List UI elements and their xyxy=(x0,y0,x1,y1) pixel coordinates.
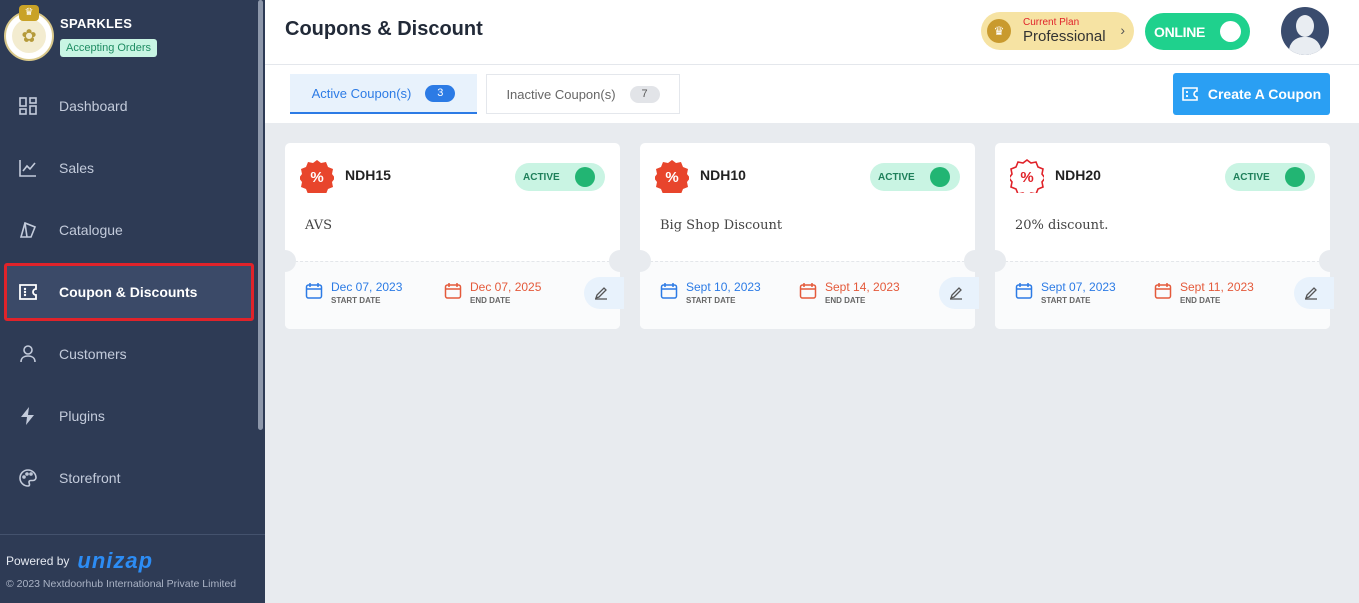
tab-count-badge: 7 xyxy=(629,85,660,103)
coupon-description: AVS xyxy=(305,218,333,233)
tab-label: Inactive Coupon(s) xyxy=(506,86,616,102)
sidebar: ✿ ♛ SPARKLES Accepting Orders Dashboard … xyxy=(0,0,265,603)
sidebar-item-label: Storefront xyxy=(59,470,121,486)
discount-badge-icon: % xyxy=(300,160,334,193)
start-date: Dec 07, 2023 START DATE xyxy=(305,280,402,305)
sidebar-item-label: Catalogue xyxy=(59,222,123,238)
discount-badge-icon: % xyxy=(1010,159,1044,193)
coupon-icon xyxy=(1182,87,1198,101)
plan-label: Current Plan xyxy=(1023,17,1080,28)
sidebar-item-label: Customers xyxy=(59,346,127,362)
coupon-code: NDH10 xyxy=(700,167,746,183)
svg-text:%: % xyxy=(665,169,678,186)
calendar-icon xyxy=(305,283,323,299)
status-label: ACTIVE xyxy=(878,172,915,183)
sidebar-item-sales[interactable]: Sales xyxy=(4,139,254,197)
coupon-description: Big Shop Discount xyxy=(660,218,783,233)
status-label: ACTIVE xyxy=(523,172,560,183)
status-label: ACTIVE xyxy=(1233,172,1270,183)
palette-icon xyxy=(17,467,39,489)
powered-by: Powered by unizap xyxy=(6,548,153,574)
edit-coupon-button[interactable] xyxy=(939,277,979,309)
online-label: ONLINE xyxy=(1154,24,1206,40)
start-date: Sept 10, 2023 START DATE xyxy=(660,280,761,305)
sidebar-divider xyxy=(0,534,265,535)
pencil-icon xyxy=(949,287,962,300)
toggle-knob xyxy=(575,167,595,187)
store-name: SPARKLES xyxy=(60,16,133,31)
end-date: Sept 11, 2023 END DATE xyxy=(1154,280,1254,305)
svg-text:%: % xyxy=(1020,169,1033,186)
sidebar-scrollbar[interactable] xyxy=(258,0,263,430)
coupon-card: % NDH10 ACTIVE Big Shop Discount Sept 10… xyxy=(629,143,986,329)
crown-icon: ♛ xyxy=(987,19,1011,43)
sidebar-item-dashboard[interactable]: Dashboard xyxy=(4,77,254,135)
user-avatar[interactable] xyxy=(1281,7,1329,55)
edit-coupon-button[interactable] xyxy=(1294,277,1334,309)
sidebar-item-label: Sales xyxy=(59,160,95,176)
end-date: Sept 14, 2023 END DATE xyxy=(799,280,900,305)
pencil-icon xyxy=(1304,287,1317,300)
coupon-icon xyxy=(17,281,39,303)
top-header: Coupons & Discount ♛ Current Plan Profes… xyxy=(265,0,1359,65)
toggle-knob xyxy=(930,167,950,187)
end-date: Dec 07, 2025 END DATE xyxy=(444,280,541,305)
coupon-code: NDH20 xyxy=(1055,167,1101,183)
calendar-icon xyxy=(1015,283,1033,299)
chevron-right-icon: › xyxy=(1120,22,1125,38)
start-date: Sept 07, 2023 START DATE xyxy=(1015,280,1116,305)
chart-line-icon xyxy=(17,157,39,179)
sidebar-item-label: Dashboard xyxy=(59,98,128,114)
current-plan-button[interactable]: ♛ Current Plan Professional › xyxy=(981,12,1134,50)
coupon-tabs-bar: Active Coupon(s) 3 Inactive Coupon(s) 7 … xyxy=(265,65,1359,123)
calendar-icon xyxy=(660,283,678,299)
coupon-code: NDH15 xyxy=(345,167,391,183)
edit-coupon-button[interactable] xyxy=(584,277,624,309)
active-status-toggle[interactable]: ACTIVE xyxy=(870,163,960,191)
online-toggle[interactable]: ONLINE xyxy=(1145,13,1250,50)
sidebar-item-catalogue[interactable]: Catalogue xyxy=(4,201,254,259)
sidebar-item-customers[interactable]: Customers xyxy=(4,325,254,383)
create-coupon-label: Create A Coupon xyxy=(1207,86,1322,102)
accepting-orders-badge: Accepting Orders xyxy=(60,39,157,57)
tab-count-badge: 3 xyxy=(425,84,456,102)
sidebar-item-coupons[interactable]: Coupon & Discounts xyxy=(4,263,254,321)
coupon-card: % NDH20 ACTIVE 20% discount. Sept 07, 20… xyxy=(984,143,1341,329)
discount-badge-icon: % xyxy=(655,160,689,193)
bolt-icon xyxy=(17,405,39,427)
sidebar-item-storefront[interactable]: Storefront xyxy=(4,449,254,507)
copyright-text: © 2023 Nextdoorhub International Private… xyxy=(6,578,237,590)
svg-text:%: % xyxy=(310,169,323,186)
active-status-toggle[interactable]: ACTIVE xyxy=(515,163,605,191)
powered-by-label: Powered by xyxy=(6,554,70,568)
unizap-logo: unizap xyxy=(77,548,154,573)
calendar-icon xyxy=(444,283,462,299)
tab-active-coupons[interactable]: Active Coupon(s) 3 xyxy=(290,74,477,114)
page-title: Coupons & Discount xyxy=(285,18,483,40)
tab-label: Active Coupon(s) xyxy=(311,85,412,101)
sidebar-item-label: Coupon & Discounts xyxy=(59,284,198,300)
create-coupon-button[interactable]: Create A Coupon xyxy=(1173,73,1330,115)
tab-inactive-coupons[interactable]: Inactive Coupon(s) 7 xyxy=(486,74,680,114)
coupon-card: % NDH15 ACTIVE AVS Dec 07, 2023 START DAT… xyxy=(274,143,631,329)
toggle-knob xyxy=(1220,21,1241,42)
sidebar-item-plugins[interactable]: Plugins xyxy=(4,387,254,445)
coupon-description: 20% discount. xyxy=(1015,218,1109,233)
crown-icon: ♛ xyxy=(19,5,39,21)
sidebar-item-label: Plugins xyxy=(59,408,105,424)
plan-value: Professional xyxy=(1023,28,1106,45)
store-brand: ✿ ♛ SPARKLES Accepting Orders xyxy=(4,5,254,65)
calendar-icon xyxy=(1154,283,1172,299)
user-icon xyxy=(17,343,39,365)
dashboard-icon xyxy=(17,95,39,117)
calendar-icon xyxy=(799,283,817,299)
pencil-icon xyxy=(594,287,607,300)
toggle-knob xyxy=(1285,167,1305,187)
active-status-toggle[interactable]: ACTIVE xyxy=(1225,163,1315,191)
catalogue-icon xyxy=(17,219,39,241)
